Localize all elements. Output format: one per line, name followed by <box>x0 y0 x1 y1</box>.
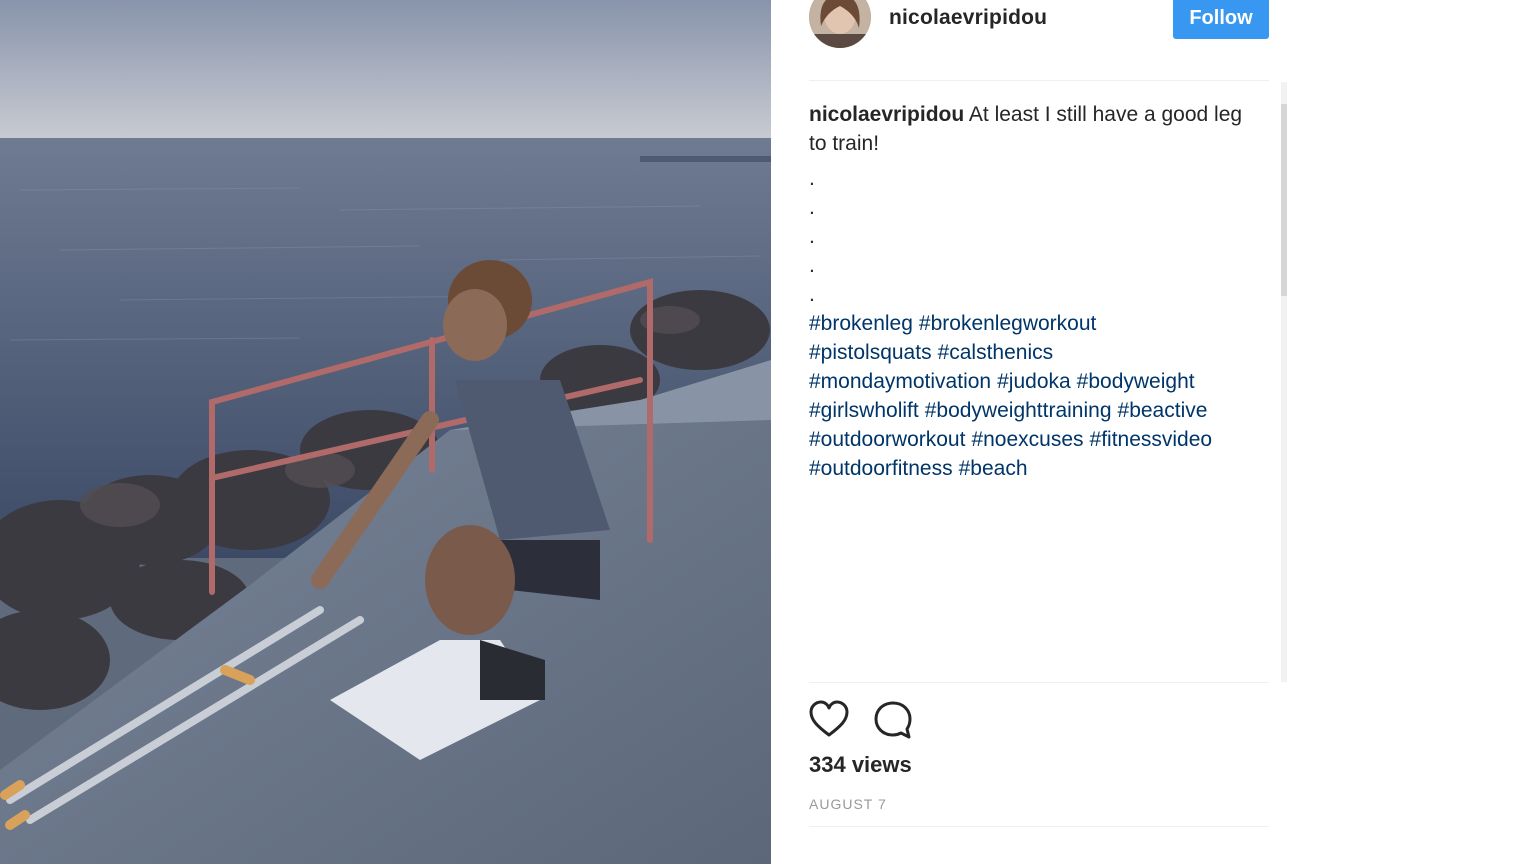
post-date: AUGUST 7 <box>809 796 887 812</box>
avatar-image <box>809 0 871 48</box>
caption-dot: . <box>809 196 815 219</box>
caption-dot: . <box>809 283 815 306</box>
hashtag-line: #pistolsquats #calsthenics <box>809 338 1259 367</box>
hashtag-link[interactable]: #pistolsquats <box>809 341 932 364</box>
post-photo[interactable] <box>0 0 771 864</box>
comment-icon[interactable] <box>873 700 913 740</box>
caption-dot: . <box>809 254 815 277</box>
hashtag-line: #brokenleg #brokenlegworkout <box>809 309 1259 338</box>
hashtag-line: #girlswholift #bodyweighttraining #beactiv… <box>809 396 1259 425</box>
hashtag-link[interactable]: #mondaymotivation <box>809 370 991 393</box>
follow-button[interactable]: Follow <box>1173 0 1269 39</box>
actions-divider <box>809 682 1269 683</box>
hashtag-line: #outdoorworkout #noexcuses #fitnessvideo <box>809 425 1259 454</box>
caption-dots: . . . . . <box>809 164 1259 309</box>
heart-icon[interactable] <box>809 700 849 740</box>
hashtag-link[interactable]: #brokenlegworkout <box>919 312 1096 335</box>
header-divider <box>809 80 1269 81</box>
hashtag-link[interactable]: #outdoorfitness <box>809 457 953 480</box>
caption-dot: . <box>809 225 815 248</box>
post-side-panel: nicolaevripidou Follow nicolaevripidou A… <box>771 0 1536 864</box>
hashtag-link[interactable]: #bodyweight <box>1077 370 1195 393</box>
caption-dot: . <box>809 167 815 190</box>
hashtag-list: #brokenleg #brokenlegworkout #pistolsquat… <box>809 309 1259 483</box>
beach-scene-illustration <box>0 0 771 864</box>
hashtag-link[interactable]: #fitnessvideo <box>1090 428 1213 451</box>
hashtag-link[interactable]: #girlswholift <box>809 399 919 422</box>
hashtag-link[interactable]: #noexcuses <box>971 428 1083 451</box>
view-count: 334 views <box>809 752 912 777</box>
hashtag-line: #mondaymotivation #judoka #bodyweight <box>809 367 1259 396</box>
comments-scrollbar-thumb[interactable] <box>1281 104 1287 296</box>
hashtag-link[interactable]: #calsthenics <box>938 341 1054 364</box>
comment-divider <box>809 826 1269 827</box>
header-username[interactable]: nicolaevripidou <box>889 6 1047 30</box>
avatar[interactable] <box>809 0 871 48</box>
post-caption: nicolaevripidou At least I still have a … <box>809 100 1259 483</box>
hashtag-link[interactable]: #beactive <box>1118 399 1208 422</box>
hashtag-line: #outdoorfitness #beach <box>809 454 1259 483</box>
hashtag-link[interactable]: #judoka <box>997 370 1071 393</box>
post-actions <box>809 700 913 740</box>
hashtag-link[interactable]: #brokenleg <box>809 312 913 335</box>
hashtag-link[interactable]: #outdoorworkout <box>809 428 965 451</box>
caption-username[interactable]: nicolaevripidou <box>809 103 964 126</box>
hashtag-link[interactable]: #beach <box>959 457 1028 480</box>
hashtag-link[interactable]: #bodyweighttraining <box>925 399 1112 422</box>
